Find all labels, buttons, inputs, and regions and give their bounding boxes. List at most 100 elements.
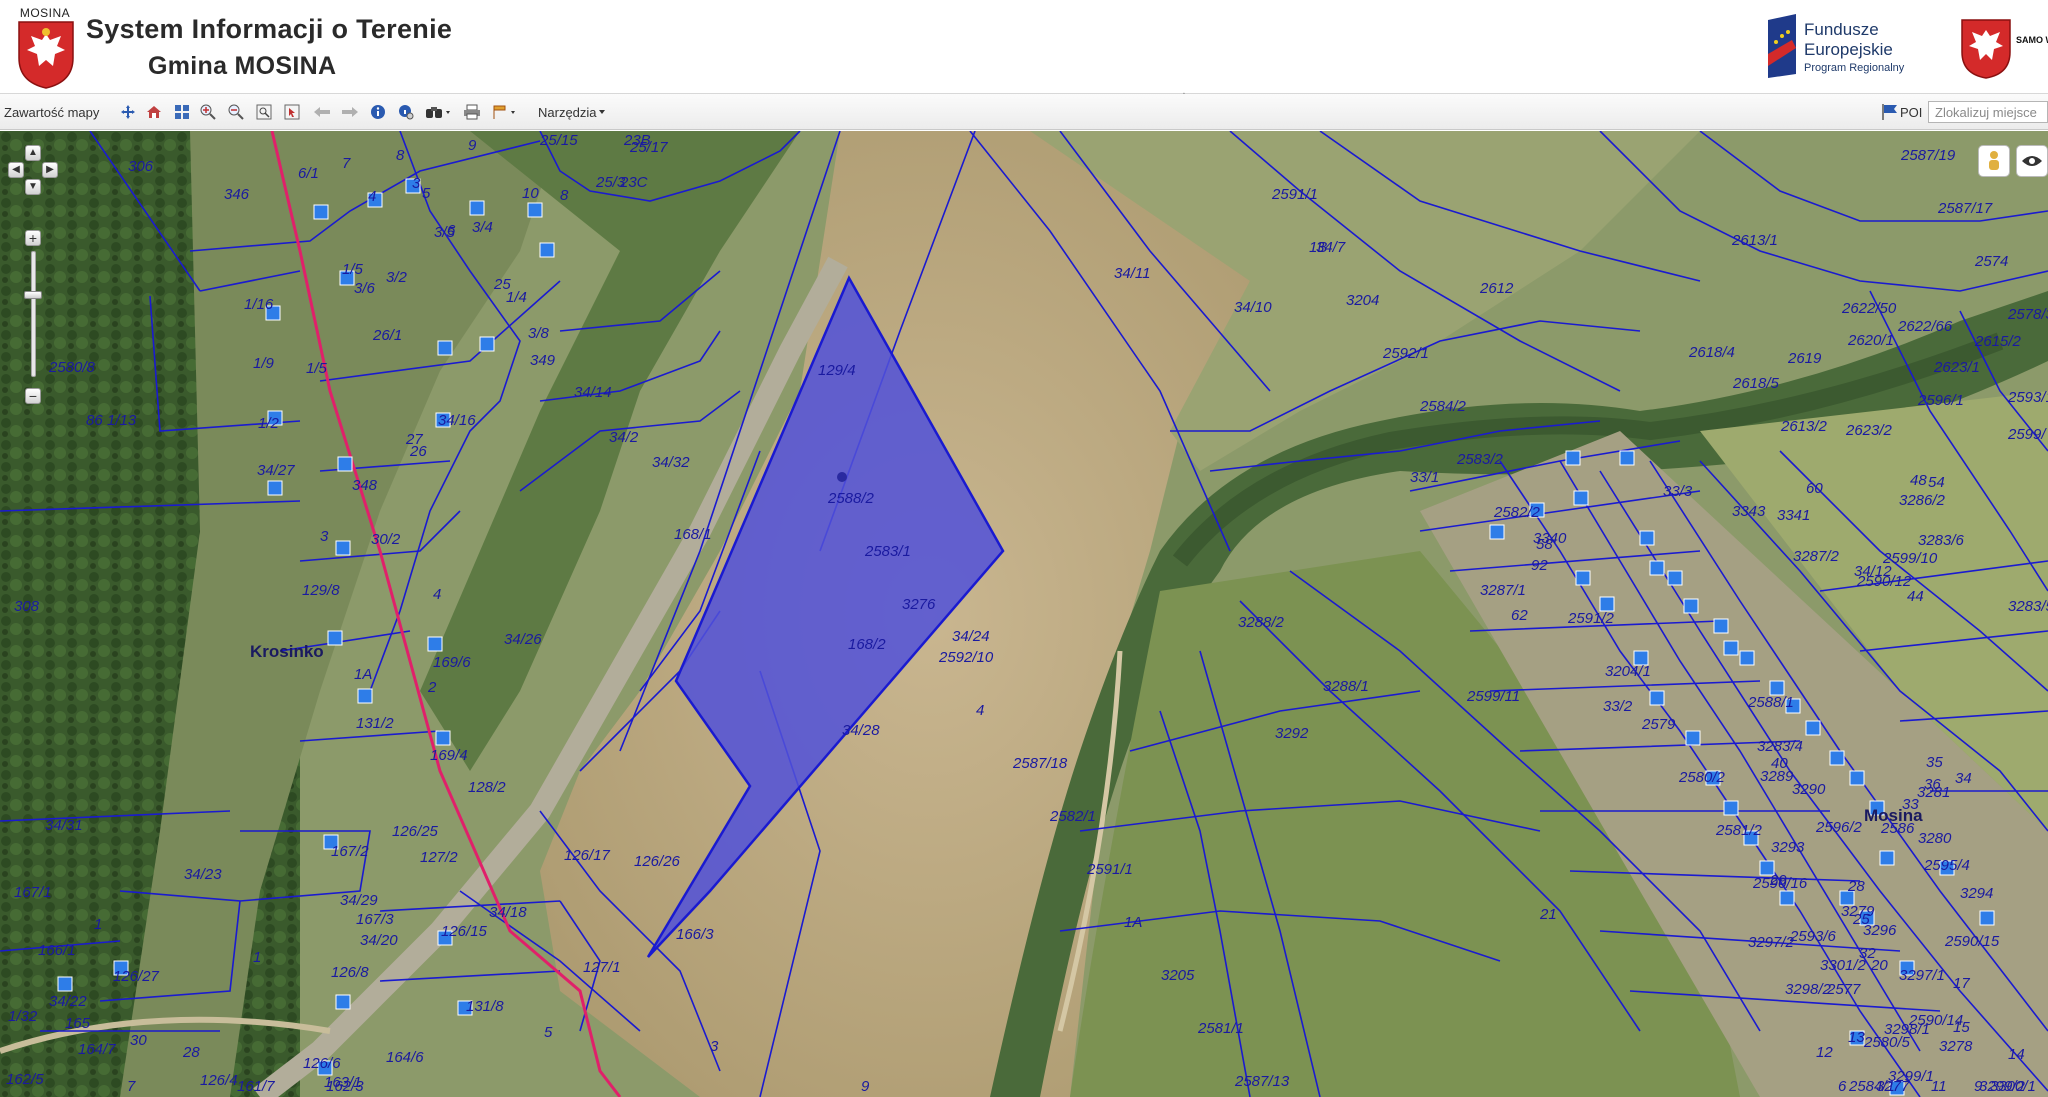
parcel-number-label: 3 <box>710 1038 719 1055</box>
parcel-number-label: 2577 <box>1826 981 1861 998</box>
region-logo-text: SAMO WIELK <box>2016 35 2048 45</box>
binoculars-icon[interactable] <box>424 102 454 122</box>
parcel-number-label: 58 <box>1536 536 1553 553</box>
pan-up-button[interactable]: ▲ <box>25 145 41 161</box>
info-icon[interactable] <box>368 102 388 122</box>
zoom-out-icon[interactable] <box>226 102 246 122</box>
zoom-in-button[interactable]: + <box>25 230 41 246</box>
parcel-number-label: 2574 <box>1974 253 2008 270</box>
parcel-number-label: 3/2 <box>386 269 408 286</box>
map-navigation-panel: ▲ ◀ ▶ ▼ + − <box>8 145 66 415</box>
pan-down-button[interactable]: ▼ <box>25 179 41 195</box>
zoom-slider-thumb[interactable] <box>24 291 42 299</box>
parcel-number-label: 2591/2 <box>1567 610 1615 627</box>
parcel-number-label: 2587/13 <box>1234 1073 1290 1090</box>
parcel-number-label: 126/8 <box>331 964 369 981</box>
parcel-number-label: 3280 <box>1918 830 1952 847</box>
zoom-extent-icon[interactable] <box>172 102 192 122</box>
parcel-number-label: 3292 <box>1275 725 1309 742</box>
parcel-number-label: 6 <box>447 222 456 239</box>
identify-icon[interactable] <box>396 102 416 122</box>
parcel-number-label: 2582/2 <box>1493 504 1541 521</box>
parcel-number-label: 26/1 <box>372 327 402 344</box>
parcel-number-label: 167/3 <box>356 911 394 928</box>
parcel-number-label: 48 <box>1910 472 1927 489</box>
parcel-number-label: 3290 <box>1792 781 1826 798</box>
parcel-number-label: 34/2 <box>609 429 639 446</box>
parcel-number-label: 2579 <box>1641 716 1676 733</box>
pan-icon[interactable] <box>118 102 138 122</box>
crest-caption: MOSINA <box>19 6 71 20</box>
parcel-number-label: 162/5 <box>6 1071 44 1088</box>
parcel-number-label: 2 <box>427 679 437 696</box>
parcel-number-label: 9 <box>1974 1078 1983 1095</box>
parcel-number-label: 2580/5 <box>1863 1034 1911 1051</box>
municipality-crest: MOSINA <box>10 6 80 90</box>
parcel-number-label: 33 <box>1902 796 1919 813</box>
street-view-button[interactable] <box>1978 145 2010 177</box>
zoom-out-button[interactable]: − <box>25 388 41 404</box>
parcel-number-label: 126/6 <box>303 1055 341 1072</box>
parcel-number-label: 14 <box>2008 1046 2025 1063</box>
parcel-number-label: 9 <box>468 137 477 154</box>
parcel-number-label: 3/8 <box>528 325 550 342</box>
parcel-number-label: 3281 <box>1917 784 1950 801</box>
parcel-number-label: 3300/1 <box>1990 1078 2036 1095</box>
parcel-number-label: 3 <box>412 175 421 192</box>
forward-icon[interactable] <box>340 102 360 122</box>
parcel-number-label: 2623/1 <box>1933 359 1980 376</box>
layer-visibility-button[interactable] <box>2016 145 2048 177</box>
parcel-number-label: 1/5 <box>306 360 328 377</box>
parcel-number-label: 1/13 <box>107 412 137 429</box>
parcel-number-label: 2620/1 <box>1847 332 1894 349</box>
parcel-number-label: 3343 <box>1732 503 1766 520</box>
parcel-number-label: 167/2 <box>331 843 369 860</box>
poi-button[interactable]: POI <box>1880 102 1922 122</box>
parcel-number-label: 30/2 <box>371 531 401 548</box>
pan-left-button[interactable]: ◀ <box>8 162 24 178</box>
parcel-number-label: 166/3 <box>676 926 714 943</box>
zoom-slider-track[interactable] <box>31 251 36 377</box>
parcel-number-label: 126/15 <box>441 923 488 940</box>
parcel-number-label: 1/16 <box>244 296 274 313</box>
map-content-button[interactable]: Zawartość mapy <box>4 102 99 122</box>
tools-menu[interactable]: Narzędzia <box>538 102 607 122</box>
parcel-number-label: 3283/5 <box>2008 598 2048 615</box>
parcel-number-label: 128/2 <box>468 779 506 796</box>
print-icon[interactable] <box>462 102 482 122</box>
parcel-number-label: 164/6 <box>386 1049 424 1066</box>
parcel-number-label: 2618/5 <box>1732 375 1780 392</box>
parcel-number-label: 10 <box>522 185 539 202</box>
parcel-number-label: 34/10 <box>1234 299 1272 316</box>
parcel-number-label: 2596/2 <box>1815 819 1863 836</box>
select-icon[interactable] <box>282 102 302 122</box>
parcel-number-label: 34 <box>1955 770 1972 787</box>
selected-parcel-marker <box>837 472 847 482</box>
parcel-number-label: 169/6 <box>433 654 471 671</box>
parcel-number-label: 2612 <box>1479 280 1514 297</box>
parcel-number-label: 2581/2 <box>1715 822 1763 839</box>
parcel-number-label: 34/20 <box>360 932 398 949</box>
parcel-number-label: 129/4 <box>818 362 856 379</box>
home-icon[interactable] <box>144 102 164 122</box>
parcel-number-label: 33/3 <box>1663 483 1693 500</box>
back-icon[interactable] <box>312 102 332 122</box>
map-view[interactable]: 306 346 6/1 7 8 9 25/15 23B 25/17 25/3 23C 5 4 3 10 8 3/… <box>0 131 2048 1097</box>
measure-icon[interactable] <box>490 102 520 122</box>
cadastral-map[interactable]: 3063466/17 89 25/15 23B25/1725/323C54310 83/… <box>0 131 2048 1097</box>
parcel-number-label: 1/32 <box>8 1008 38 1025</box>
parcel-number-label: 23C <box>619 174 648 191</box>
eu-logo-line3: Program Regionalny <box>1804 62 1905 74</box>
parcel-number-label: 2587/17 <box>1937 200 1993 217</box>
parcel-number-label: 2582/1 <box>1049 808 1096 825</box>
parcel-number-label: 162/3 <box>326 1078 364 1095</box>
poi-flag-icon <box>1882 104 1897 120</box>
parcel-number-label: 3286/2 <box>1899 492 1946 509</box>
location-search-input[interactable] <box>1928 101 2048 123</box>
map-toolbar: Zawartość mapy Narzędzia POI Zlokalizuj … <box>0 94 2048 130</box>
parcel-number-label: 3205 <box>1161 967 1195 984</box>
parcel-number-label: 346 <box>224 186 250 203</box>
zoom-in-icon[interactable] <box>198 102 218 122</box>
zoom-window-icon[interactable] <box>254 102 274 122</box>
pan-right-button[interactable]: ▶ <box>42 162 58 178</box>
